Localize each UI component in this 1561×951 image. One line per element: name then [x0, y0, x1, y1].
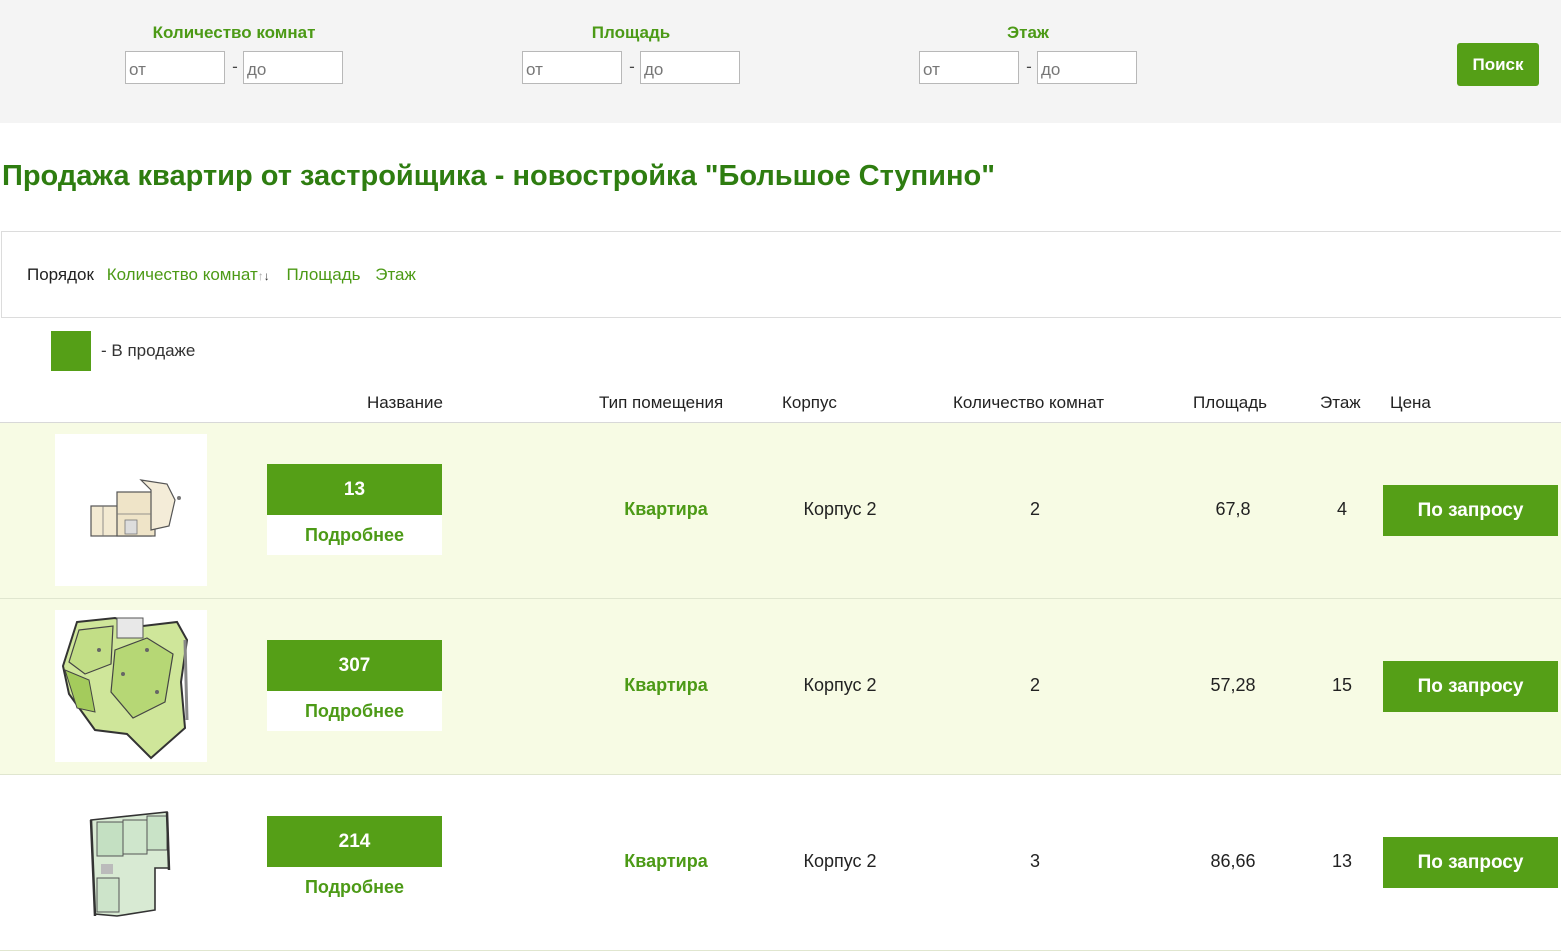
corpus-cell: Корпус 2 [803, 851, 877, 871]
floor-from-input[interactable] [919, 51, 1019, 84]
filter-rooms-label: Количество комнат [152, 23, 316, 42]
search-button[interactable]: Поиск [1457, 43, 1539, 86]
apartment-number[interactable]: 214 [267, 816, 442, 867]
column-header-type: Тип помещения [599, 393, 724, 412]
rooms-from-input[interactable] [125, 51, 225, 84]
floor-to-input[interactable] [1037, 51, 1137, 84]
table-row: 307 Подробнее Квартира Корпус 2 2 57,28 … [0, 599, 1561, 775]
area-cell: 86,66 [1210, 851, 1256, 871]
range-dash: - [232, 57, 238, 76]
sort-by-rooms-link[interactable]: Количество комнат [107, 265, 258, 284]
legend-text: - В продаже [101, 341, 196, 360]
details-link[interactable]: Подробнее [267, 515, 442, 555]
arrow-down-icon: ↓ [263, 269, 270, 283]
property-type-link[interactable]: Квартира [586, 675, 746, 696]
column-header-area: Площадь [1193, 393, 1268, 412]
floor-cell: 13 [1331, 851, 1353, 871]
sort-label: Порядок [27, 265, 94, 284]
legend-swatch [51, 331, 91, 371]
details-link[interactable]: Подробнее [267, 867, 442, 907]
price-request-button[interactable]: По запросу [1383, 485, 1558, 536]
sort-arrows[interactable]: ↑↓ [258, 269, 270, 283]
range-dash: - [629, 57, 635, 76]
property-type-link[interactable]: Квартира [586, 851, 746, 872]
table-row: 13 Подробнее Квартира Корпус 2 2 67,8 4 … [0, 423, 1561, 599]
filter-rooms: Количество комнат - [125, 22, 343, 84]
floor-cell: 4 [1336, 499, 1347, 519]
sort-by-floor-link[interactable]: Этаж [375, 265, 416, 284]
column-header-rooms: Количество комнат [953, 393, 1105, 412]
column-header-floor: Этаж [1320, 393, 1361, 412]
filter-area-label: Площадь [591, 23, 671, 42]
apartment-number[interactable]: 13 [267, 464, 442, 515]
page-title: Продажа квартир от застройщика - новостр… [2, 160, 995, 192]
property-type-link[interactable]: Квартира [586, 499, 746, 520]
price-request-button[interactable]: По запросу [1383, 837, 1558, 888]
rooms-cell: 2 [1029, 675, 1040, 695]
floor-plan-image[interactable] [55, 786, 207, 938]
filter-bar: Количество комнат - Площадь - Этаж - Пои… [0, 0, 1561, 123]
corpus-cell: Корпус 2 [803, 675, 877, 695]
rooms-cell: 3 [1029, 851, 1040, 871]
column-header-corpus: Корпус [782, 393, 837, 412]
table-header: Название Тип помещения Корпус Количество… [0, 392, 1561, 423]
area-cell: 57,28 [1210, 675, 1256, 695]
filter-floor-label: Этаж [1007, 23, 1049, 42]
range-dash: - [1026, 57, 1032, 76]
rooms-to-input[interactable] [243, 51, 343, 84]
price-request-button[interactable]: По запросу [1383, 661, 1558, 712]
rooms-cell: 2 [1029, 499, 1040, 519]
filter-area: Площадь - [522, 22, 740, 84]
corpus-cell: Корпус 2 [803, 499, 877, 519]
details-link[interactable]: Подробнее [267, 691, 442, 731]
apartment-number[interactable]: 307 [267, 640, 442, 691]
column-header-price: Цена [1390, 393, 1431, 412]
area-cell: 67,8 [1215, 499, 1251, 519]
floor-plan-image[interactable] [55, 434, 207, 586]
sort-by-area-link[interactable]: Площадь [286, 265, 360, 284]
floor-plan-image[interactable] [55, 610, 207, 762]
area-from-input[interactable] [522, 51, 622, 84]
floor-cell: 15 [1331, 675, 1353, 695]
filter-floor: Этаж - [919, 22, 1137, 84]
column-header-name: Название [367, 393, 443, 412]
sort-bar: Порядок Количество комнат↑↓ Площадь Этаж [1, 231, 1561, 318]
area-to-input[interactable] [640, 51, 740, 84]
table-row: 214 Подробнее Квартира Корпус 2 3 86,66 … [0, 775, 1561, 951]
